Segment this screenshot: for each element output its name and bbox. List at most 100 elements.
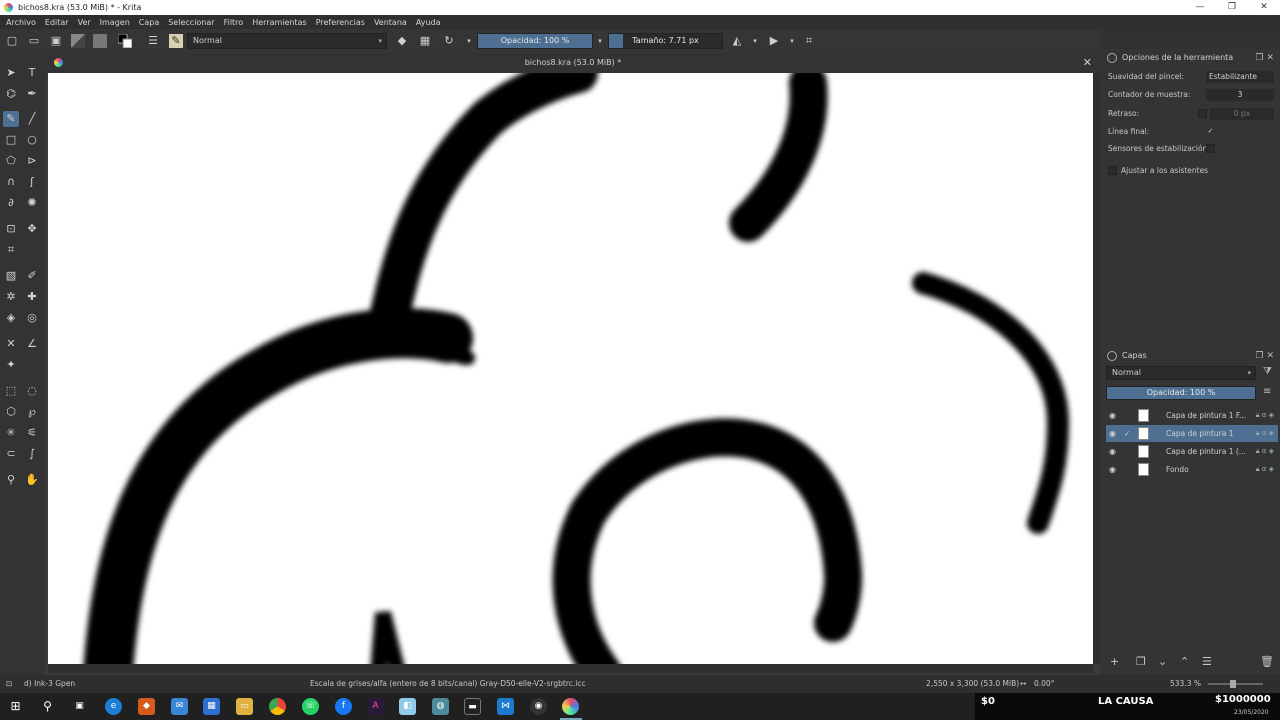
maximize-button[interactable]: ❐ bbox=[1216, 0, 1248, 15]
affinity-icon[interactable]: A bbox=[367, 698, 384, 715]
freehand-selection-tool-icon[interactable]: ℘ bbox=[24, 404, 40, 420]
stabilize-sensors-checkbox[interactable] bbox=[1206, 144, 1215, 153]
smoothing-select[interactable]: Estabilizante bbox=[1206, 71, 1274, 83]
mail-icon[interactable]: ✉ bbox=[171, 698, 188, 715]
document-tab[interactable]: bichos8.kra (53.0 MiB) * ✕ bbox=[46, 53, 1100, 73]
reference-images-tool-icon[interactable]: ✦ bbox=[3, 357, 19, 373]
brush-settings-icon[interactable]: ☰ bbox=[146, 34, 160, 48]
colorful-app-icon[interactable]: ◆ bbox=[138, 698, 155, 715]
gradient-tool-icon[interactable]: ▧ bbox=[3, 268, 19, 284]
contiguous-selection-tool-icon[interactable]: ✳ bbox=[3, 425, 19, 441]
search-icon[interactable]: ⚲ bbox=[39, 698, 56, 715]
layer-opacity-slider[interactable]: Opacidad: 100 % bbox=[1106, 386, 1256, 400]
foreground-background-color-icon[interactable] bbox=[117, 33, 133, 49]
elliptical-selection-tool-icon[interactable]: ◌ bbox=[24, 383, 40, 399]
bezier-tool-icon[interactable]: ∩ bbox=[3, 174, 19, 190]
layer-lock-alpha-icons[interactable]: 🔒︎ α ◈ bbox=[1256, 443, 1274, 460]
vertical-scrollbar[interactable] bbox=[1093, 73, 1100, 664]
docker-float-close-icon[interactable]: ❐ ✕ bbox=[1256, 348, 1274, 364]
move-layer-up-icon[interactable]: ⌃ bbox=[1180, 655, 1189, 668]
polygon-tool-icon[interactable]: ⬠ bbox=[3, 153, 19, 169]
edit-shapes-tool-icon[interactable]: ⌬ bbox=[3, 86, 19, 102]
facebook-icon[interactable]: f bbox=[335, 698, 352, 715]
docker-float-close-icon[interactable]: ❐ ✕ bbox=[1256, 50, 1274, 66]
polyline-tool-icon[interactable]: ⊳ bbox=[24, 153, 40, 169]
enclose-fill-tool-icon[interactable]: ◎ bbox=[24, 310, 40, 326]
ellipse-tool-icon[interactable]: ○ bbox=[24, 132, 40, 148]
zoom-slider[interactable] bbox=[1208, 680, 1263, 688]
layer-lock-alpha-icons[interactable]: 🔒︎ α ◈ bbox=[1256, 407, 1274, 424]
similar-selection-tool-icon[interactable]: ⚟ bbox=[24, 425, 40, 441]
pattern-swatch-icon[interactable] bbox=[93, 34, 107, 48]
visibility-eye-icon[interactable]: ◉ bbox=[1109, 407, 1116, 424]
chevron-down-icon[interactable]: ▾ bbox=[462, 34, 476, 48]
menu-archivo[interactable]: Archivo bbox=[6, 18, 36, 27]
drawing-canvas[interactable] bbox=[48, 73, 1093, 664]
filter-icon[interactable]: ⧩ bbox=[1263, 366, 1272, 377]
horizontal-scrollbar[interactable] bbox=[48, 664, 1093, 673]
menu-editar[interactable]: Editar bbox=[45, 18, 69, 27]
add-layer-icon[interactable]: + bbox=[1110, 655, 1119, 668]
sample-count-spinbox[interactable]: 3 bbox=[1206, 89, 1274, 101]
rectangular-selection-tool-icon[interactable]: ⬚ bbox=[3, 383, 19, 399]
gradient-swatch-icon[interactable] bbox=[71, 34, 85, 48]
store-icon[interactable]: ▦ bbox=[203, 698, 220, 715]
network-app-icon[interactable]: ◍ bbox=[432, 698, 449, 715]
menu-seleccionar[interactable]: Seleccionar bbox=[168, 18, 214, 27]
vscode-icon[interactable]: ⋈ bbox=[497, 698, 514, 715]
terminal-icon[interactable]: ▬ bbox=[464, 698, 481, 715]
obs-icon[interactable]: ◉ bbox=[530, 698, 547, 715]
preserve-alpha-icon[interactable]: ▦ bbox=[418, 34, 432, 48]
colorize-mask-tool-icon[interactable]: ✲ bbox=[3, 289, 19, 305]
rectangle-tool-icon[interactable]: □ bbox=[3, 132, 19, 148]
blend-mode-select[interactable]: Normal ▾ bbox=[187, 33, 387, 49]
note-app-icon[interactable]: ◧ bbox=[399, 698, 416, 715]
measure-tool-icon[interactable]: ∠ bbox=[24, 336, 40, 352]
crop-toolbar-icon[interactable]: ⌗ bbox=[802, 34, 816, 48]
task-view-icon[interactable]: ▣ bbox=[71, 698, 88, 715]
visibility-eye-icon[interactable]: ◉ bbox=[1109, 443, 1116, 460]
layer-menu-icon[interactable]: ≡ bbox=[1263, 386, 1271, 397]
duplicate-layer-icon[interactable]: ❐ bbox=[1136, 655, 1146, 668]
chevron-down-icon[interactable]: ▾ bbox=[593, 34, 607, 48]
layer-row[interactable]: ◉ Capa de pintura 1 (... 🔒︎ α ◈ bbox=[1106, 443, 1278, 460]
krita-taskbar-icon[interactable] bbox=[562, 698, 579, 715]
menu-imagen[interactable]: Imagen bbox=[100, 18, 130, 27]
layer-row[interactable]: ◉ Capa de pintura 1 F... 🔒︎ α ◈ bbox=[1106, 407, 1278, 424]
menu-ayuda[interactable]: Ayuda bbox=[416, 18, 441, 27]
close-document-icon[interactable]: ✕ bbox=[1083, 53, 1092, 73]
polygonal-selection-tool-icon[interactable]: ⬡ bbox=[3, 404, 19, 420]
minimize-button[interactable]: — bbox=[1184, 0, 1216, 15]
open-folder-icon[interactable]: ▭ bbox=[27, 34, 41, 48]
layer-properties-icon[interactable]: ☰ bbox=[1202, 655, 1212, 668]
zoom-tool-icon[interactable]: ⚲ bbox=[3, 472, 19, 488]
layer-row[interactable]: ◉ ✓ Capa de pintura 1 🔒︎ α ◈ bbox=[1106, 425, 1278, 442]
chrome-icon[interactable] bbox=[269, 698, 286, 715]
finish-line-checkbox[interactable]: ✓ bbox=[1206, 127, 1215, 136]
color-picker-tool-icon[interactable]: ✐ bbox=[24, 268, 40, 284]
transform-tool-icon[interactable]: ⊡ bbox=[3, 221, 19, 237]
snap-assistants-checkbox[interactable] bbox=[1108, 166, 1117, 175]
mirror-vertical-icon[interactable]: ▶ bbox=[767, 34, 781, 48]
menu-filtro[interactable]: Filtro bbox=[224, 18, 244, 27]
menu-herramientas[interactable]: Herramientas bbox=[252, 18, 307, 27]
menu-preferencias[interactable]: Preferencias bbox=[316, 18, 365, 27]
freehand-path-tool-icon[interactable]: ʃ bbox=[24, 174, 40, 190]
menu-ventana[interactable]: Ventana bbox=[374, 18, 407, 27]
visibility-eye-icon[interactable]: ◉ bbox=[1109, 425, 1116, 442]
fill-tool-icon[interactable]: ◈ bbox=[3, 310, 19, 326]
menu-ver[interactable]: Ver bbox=[78, 18, 91, 27]
brush-preset-icon[interactable]: ✎ bbox=[169, 34, 183, 48]
windows-start-icon[interactable]: ⊞ bbox=[7, 698, 24, 715]
layer-row[interactable]: ◉ Fondo 🔒︎ α ◈ bbox=[1106, 461, 1278, 478]
delay-spinbox[interactable]: 0 px bbox=[1210, 108, 1274, 120]
smart-patch-tool-icon[interactable]: ✚ bbox=[24, 289, 40, 305]
new-document-icon[interactable]: ▢ bbox=[5, 34, 19, 48]
size-slider[interactable]: Tamaño: 7.71 px bbox=[608, 33, 723, 49]
chevron-down-icon[interactable]: ▾ bbox=[748, 34, 762, 48]
zoom-slider-handle[interactable] bbox=[1230, 680, 1236, 688]
delay-checkbox[interactable] bbox=[1198, 109, 1207, 118]
chevron-down-icon[interactable]: ▾ bbox=[785, 34, 799, 48]
assistant-tool-icon[interactable]: ✕ bbox=[3, 336, 19, 352]
pan-tool-icon[interactable]: ✋ bbox=[24, 472, 40, 488]
